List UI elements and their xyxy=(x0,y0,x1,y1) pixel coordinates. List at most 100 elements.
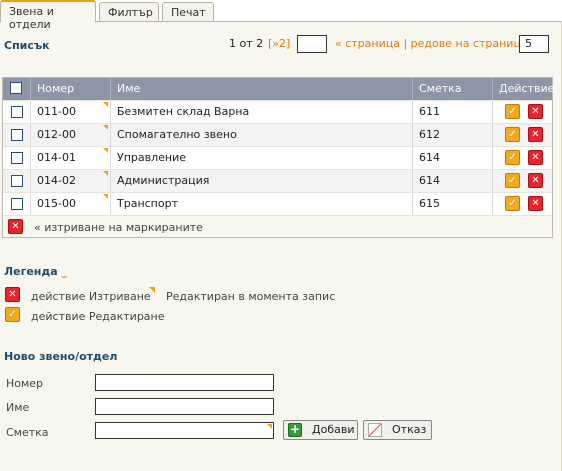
row-checkbox[interactable] xyxy=(11,152,23,164)
table-row: 015-00 Транспорт 615 ✓ ✕ xyxy=(3,192,552,215)
table-row: 014-01 Управление 614 ✓ ✕ xyxy=(3,146,552,169)
row-name: Администрация xyxy=(110,170,412,192)
row-checkbox[interactable] xyxy=(11,106,23,118)
row-number-text: 014-01 xyxy=(37,151,76,164)
required-marker-icon xyxy=(267,424,272,429)
row-number: 015-00 xyxy=(30,193,110,215)
row-account: 614 xyxy=(412,147,492,169)
edit-marker-icon xyxy=(103,125,108,130)
plus-icon: + xyxy=(288,422,302,437)
row-name: Безмитен склад Варна xyxy=(110,101,412,123)
delete-icon[interactable]: ✕ xyxy=(528,173,543,188)
edit-icon[interactable]: ✓ xyxy=(505,104,520,119)
column-action: Действие xyxy=(492,78,554,100)
add-button[interactable]: + Добави xyxy=(283,420,358,440)
row-number: 011-00 xyxy=(30,101,110,123)
legend-edit-icon: ✓ xyxy=(5,307,20,322)
units-table: Номер Име Сметка Действие 011-00 Безмите… xyxy=(2,77,554,238)
row-name: Управление xyxy=(110,147,412,169)
row-checkbox[interactable] xyxy=(11,198,23,210)
delete-icon[interactable]: ✕ xyxy=(528,196,543,211)
delete-icon[interactable]: ✕ xyxy=(528,150,543,165)
legend-delete-text: действие Изтриване xyxy=(31,290,151,303)
legend-title: Легенда _ xyxy=(4,265,67,278)
row-select-cell xyxy=(3,193,30,215)
row-number-text: 014-02 xyxy=(37,174,76,187)
delete-marked-icon[interactable]: ✕ xyxy=(8,219,23,234)
edit-icon[interactable]: ✓ xyxy=(505,127,520,142)
row-actions: ✓ ✕ xyxy=(492,124,554,146)
edit-marker-icon xyxy=(103,171,108,176)
edit-marker-icon xyxy=(103,102,108,107)
cancel-icon xyxy=(368,423,382,437)
edit-marker-icon xyxy=(103,194,108,199)
cancel-button-label: Отказ xyxy=(392,423,427,436)
pager-label: « страница | редове на страница » xyxy=(335,37,538,50)
tab-bar: Звена и отдели Филтър Печат xyxy=(0,0,562,31)
row-account: 615 xyxy=(412,193,492,215)
page-indicator: 1 от 2 xyxy=(229,37,264,50)
legend-toggle[interactable]: _ xyxy=(62,265,68,278)
legend-edited-marker-icon xyxy=(149,287,155,293)
row-actions: ✓ ✕ xyxy=(492,147,554,169)
row-actions: ✓ ✕ xyxy=(492,193,554,215)
table-header: Номер Име Сметка Действие xyxy=(3,78,554,100)
list-title: Списък xyxy=(4,39,50,52)
account-input[interactable] xyxy=(95,422,274,439)
column-number[interactable]: Номер xyxy=(30,78,110,100)
legend-delete-icon: ✕ xyxy=(5,287,20,302)
table-row: 014-02 Администрация 614 ✓ ✕ xyxy=(3,169,552,192)
add-button-label: Добави xyxy=(312,423,355,436)
tab-print[interactable]: Печат xyxy=(162,2,214,22)
edit-marker-icon xyxy=(103,148,108,153)
row-name: Транспорт xyxy=(110,193,412,215)
row-number: 014-02 xyxy=(30,170,110,192)
delete-marked-link[interactable]: « изтриване на маркираните xyxy=(34,221,203,234)
delete-icon[interactable]: ✕ xyxy=(528,127,543,142)
row-account: 611 xyxy=(412,101,492,123)
page-number-input[interactable] xyxy=(297,35,327,53)
tab-units[interactable]: Звена и отдели xyxy=(0,0,96,31)
row-select-cell xyxy=(3,170,30,192)
row-checkbox[interactable] xyxy=(11,175,23,187)
row-select-cell xyxy=(3,101,30,123)
column-account[interactable]: Сметка xyxy=(412,78,492,100)
new-unit-title: Ново звено/отдел xyxy=(4,350,118,363)
cancel-button[interactable]: Отказ xyxy=(363,420,432,440)
row-number-text: 012-00 xyxy=(37,128,76,141)
row-account: 614 xyxy=(412,170,492,192)
tab-filter[interactable]: Филтър xyxy=(99,2,159,22)
legend-edited-text: Редактиран в момента запис xyxy=(166,290,336,303)
name-label: Име xyxy=(6,401,30,414)
header-select-cell xyxy=(3,78,30,100)
column-name[interactable]: Име xyxy=(110,78,412,100)
edit-icon[interactable]: ✓ xyxy=(505,196,520,211)
number-input[interactable] xyxy=(95,374,274,391)
legend-edit-text: действие Редактиране xyxy=(31,310,165,323)
legend-title-text: Легенда xyxy=(4,265,58,278)
row-checkbox[interactable] xyxy=(11,129,23,141)
next-page-link[interactable]: [»2] xyxy=(268,37,290,50)
name-input[interactable] xyxy=(95,398,274,415)
table-footer: ✕ « изтриване на маркираните xyxy=(3,215,552,237)
pager-label-text[interactable]: « страница | редове на страница » xyxy=(335,37,538,50)
edit-icon[interactable]: ✓ xyxy=(505,150,520,165)
row-select-cell xyxy=(3,124,30,146)
rows-per-page-input[interactable]: 5 xyxy=(519,35,549,53)
table-row: 012-00 Спомагателно звено 612 ✓ ✕ xyxy=(3,123,552,146)
row-name: Спомагателно звено xyxy=(110,124,412,146)
number-label: Номер xyxy=(6,377,44,390)
row-number-text: 015-00 xyxy=(37,197,76,210)
row-number-text: 011-00 xyxy=(37,105,76,118)
delete-icon[interactable]: ✕ xyxy=(528,104,543,119)
row-actions: ✓ ✕ xyxy=(492,101,554,123)
row-actions: ✓ ✕ xyxy=(492,170,554,192)
select-all-checkbox[interactable] xyxy=(10,82,22,94)
table-row: 011-00 Безмитен склад Варна 611 ✓ ✕ xyxy=(3,100,552,123)
edit-icon[interactable]: ✓ xyxy=(505,173,520,188)
row-select-cell xyxy=(3,147,30,169)
account-label: Сметка xyxy=(6,426,49,439)
row-number: 012-00 xyxy=(30,124,110,146)
row-number: 014-01 xyxy=(30,147,110,169)
row-account: 612 xyxy=(412,124,492,146)
